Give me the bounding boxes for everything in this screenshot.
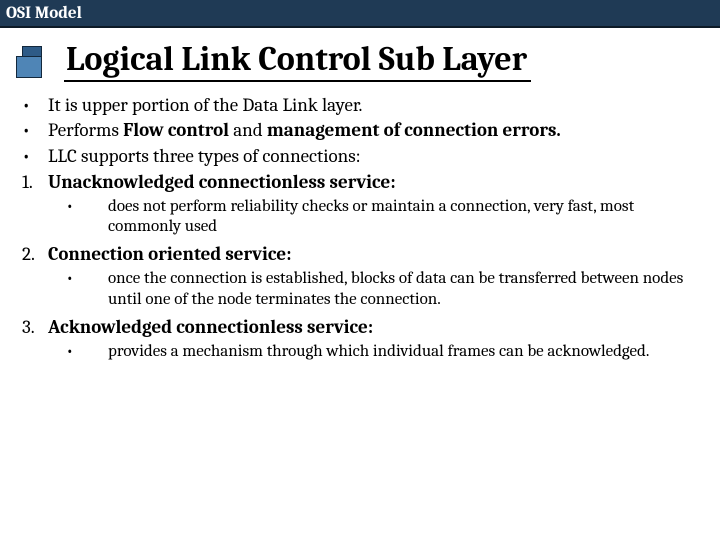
text-fragment: Performs (48, 119, 123, 141)
title-bar-text: OSI Model (6, 4, 82, 23)
stacked-squares-icon (16, 46, 56, 78)
sub-bullet-text: provides a mechanism through which indiv… (108, 342, 702, 362)
page-title: Logical Link Control Sub Layer (64, 42, 531, 82)
content-area: • It is upper portion of the Data Link l… (0, 94, 720, 362)
sub-bullet: • once the connection is established, bl… (22, 269, 702, 310)
numbered-item: 3. Acknowledged connectionless service: (22, 316, 702, 340)
bullet-item: • It is upper portion of the Data Link l… (22, 94, 702, 118)
item-number: 1. (22, 171, 48, 195)
text-fragment: and (229, 119, 267, 141)
item-number: 3. (22, 316, 48, 340)
sub-bullet-text: does not perform reliability checks or m… (108, 197, 702, 238)
slide: OSI Model Logical Link Control Sub Layer… (0, 0, 720, 540)
numbered-item: 2. Connection oriented service: (22, 243, 702, 267)
numbered-item: 1. Unacknowledged connectionless service… (22, 171, 702, 195)
item-title: Acknowledged connectionless service: (48, 316, 702, 340)
bullet-marker: • (66, 342, 108, 362)
sub-bullet: • does not perform reliability checks or… (22, 197, 702, 238)
bullet-marker: • (22, 145, 48, 169)
item-title: Unacknowledged connectionless service: (48, 171, 702, 195)
title-bar: OSI Model (0, 0, 720, 28)
bullet-marker: • (66, 269, 108, 310)
bullet-item: • Performs Flow control and management o… (22, 119, 702, 143)
item-title: Connection oriented service: (48, 243, 702, 267)
heading-row: Logical Link Control Sub Layer (16, 42, 720, 82)
bullet-marker: • (22, 94, 48, 118)
bullet-text: Performs Flow control and management of … (48, 119, 702, 143)
sub-bullet-text: once the connection is established, bloc… (108, 269, 702, 310)
text-bold: Flow control (123, 119, 229, 141)
bullet-item: • LLC supports three types of connection… (22, 145, 702, 169)
sub-bullet: • provides a mechanism through which ind… (22, 342, 702, 362)
bullet-text: It is upper portion of the Data Link lay… (48, 94, 702, 118)
text-bold: management of connection errors. (267, 119, 561, 141)
bullet-marker: • (66, 197, 108, 238)
bullet-text: LLC supports three types of connections: (48, 145, 702, 169)
bullet-marker: • (22, 119, 48, 143)
item-number: 2. (22, 243, 48, 267)
